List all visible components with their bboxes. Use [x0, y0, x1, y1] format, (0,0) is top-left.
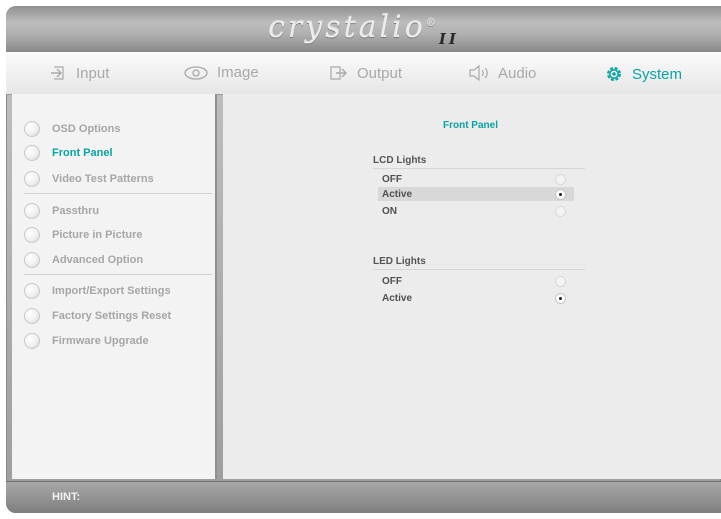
option-label: ON	[382, 205, 397, 217]
tab-image-label: Image	[217, 64, 259, 81]
radio-icon	[24, 308, 40, 324]
sidebar-item-label: Factory Settings Reset	[52, 310, 172, 322]
sidebar-item-osd-options[interactable]: OSD Options	[24, 118, 214, 140]
sidebar-item-picture-in-picture[interactable]: Picture in Picture	[24, 224, 214, 246]
option-lcd-on[interactable]: ON	[378, 204, 574, 218]
radio-icon	[24, 252, 40, 268]
radio-button[interactable]	[555, 174, 566, 185]
radio-icon	[24, 121, 40, 137]
option-label: Active	[382, 188, 413, 200]
settings-panel: Front Panel LCD Lights OFF Active ON LED…	[223, 94, 721, 479]
radio-button-selected[interactable]	[555, 293, 566, 304]
option-label: Active	[382, 292, 413, 304]
sidebar-item-front-panel[interactable]: Front Panel	[24, 142, 214, 164]
gear-icon	[604, 64, 624, 84]
main-tab-bar: Input Image Output Audio System	[6, 52, 721, 95]
speaker-icon	[468, 64, 490, 82]
tab-output[interactable]: Output	[329, 64, 402, 82]
sidebar-item-label: Import/Export Settings	[52, 285, 171, 297]
option-led-active[interactable]: Active	[378, 291, 574, 305]
app-window: crystalio®II Input Image Output Audio Sy…	[6, 6, 721, 513]
tab-input-label: Input	[76, 64, 110, 82]
sidebar-item-import-export-settings[interactable]: Import/Export Settings	[24, 280, 214, 302]
group-title-lcd-lights: LCD Lights	[373, 155, 427, 166]
tab-audio[interactable]: Audio	[468, 64, 536, 82]
tab-image[interactable]: Image	[183, 64, 259, 81]
tab-output-label: Output	[357, 64, 403, 82]
radio-button-selected[interactable]	[555, 189, 566, 200]
tab-input[interactable]: Input	[48, 64, 109, 82]
page-title: Front Panel	[442, 120, 498, 131]
radio-icon	[24, 333, 40, 349]
radio-icon	[24, 145, 40, 161]
radio-button[interactable]	[555, 276, 566, 287]
sidebar-item-advanced-option[interactable]: Advanced Option	[24, 249, 214, 271]
title-bar: crystalio®II	[6, 6, 721, 52]
option-label: OFF	[382, 173, 402, 185]
sidebar-item-label: Advanced Option	[52, 254, 144, 266]
option-lcd-off[interactable]: OFF	[378, 172, 574, 186]
group-divider	[373, 168, 585, 169]
sidebar-item-passthru[interactable]: Passthru	[24, 200, 214, 222]
radio-button[interactable]	[555, 206, 566, 217]
sidebar-item-label: Firmware Upgrade	[52, 335, 149, 347]
radio-icon	[24, 203, 40, 219]
option-lcd-active[interactable]: Active	[378, 187, 574, 201]
logo-text: crystalio	[268, 10, 426, 45]
registered-mark: ®	[425, 18, 439, 29]
hint-label: HINT:	[52, 491, 81, 503]
radio-icon	[24, 171, 40, 187]
sidebar-item-label: Picture in Picture	[52, 229, 143, 241]
sidebar-item-factory-settings-reset[interactable]: Factory Settings Reset	[24, 305, 214, 327]
sidebar-item-video-test-patterns[interactable]: Video Test Patterns	[24, 168, 214, 190]
tab-audio-label: Audio	[498, 64, 537, 82]
hint-bar: HINT:	[6, 481, 721, 513]
group-title-led-lights: LED Lights	[373, 256, 426, 267]
option-led-off[interactable]: OFF	[378, 274, 574, 288]
input-icon	[48, 64, 68, 82]
sidebar-item-label: Video Test Patterns	[52, 173, 154, 185]
brand-logo: crystalio®II	[6, 10, 721, 48]
output-icon	[329, 64, 349, 82]
sidebar-item-label: Passthru	[52, 205, 100, 217]
radio-icon	[24, 283, 40, 299]
radio-icon	[24, 227, 40, 243]
eye-icon	[183, 65, 209, 81]
sidebar-divider	[24, 274, 212, 275]
option-label: OFF	[382, 275, 402, 287]
tab-system-label: System	[632, 65, 683, 83]
group-divider	[373, 269, 585, 270]
sidebar-item-firmware-upgrade[interactable]: Firmware Upgrade	[24, 330, 214, 352]
sidebar-divider	[24, 193, 212, 194]
sidebar-item-label: Front Panel	[52, 147, 113, 159]
sidebar: OSD Options Front Panel Video Test Patte…	[12, 94, 217, 479]
tab-system[interactable]: System	[604, 64, 682, 84]
sidebar-item-label: OSD Options	[52, 123, 121, 135]
logo-suffix: II	[438, 30, 459, 48]
